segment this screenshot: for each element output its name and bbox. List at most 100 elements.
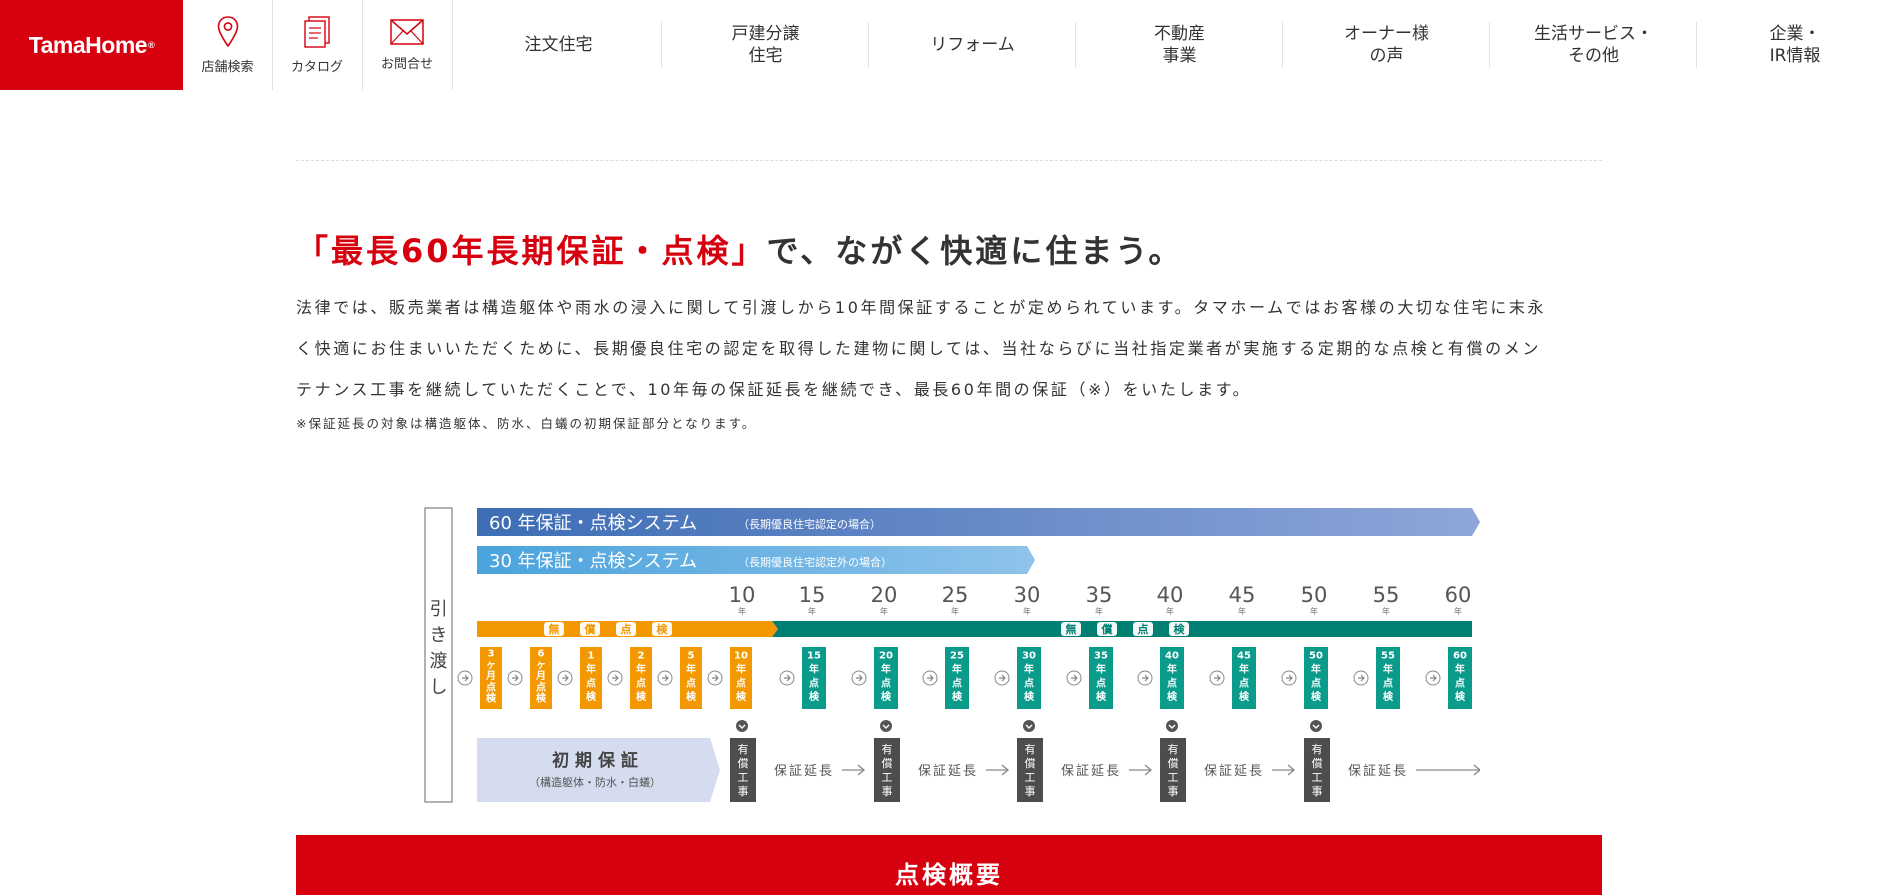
inspection-box-text: 検 (686, 690, 697, 703)
year-unit-label: 年 (1454, 606, 1462, 616)
inspection-box-text: 1 (588, 651, 595, 662)
year-tick-label: 10 (729, 583, 756, 607)
down-arrow-icon (736, 720, 748, 732)
inspection-box-text: 点 (586, 676, 596, 689)
inspection-box-text: 点 (952, 676, 962, 689)
extension-arrow (1272, 764, 1296, 776)
nav-life-services[interactable]: 生活サービス・ その他 (1490, 0, 1697, 90)
footnote: ※保証延長の対象は構造躯体、防水、白蟻の初期保証部分となります。 (296, 416, 757, 431)
inspection-box-text: ヶ (486, 660, 496, 671)
year-unit-label: 年 (1095, 606, 1103, 616)
inspection-box-text: 点 (686, 676, 696, 689)
inspection-box-text: 検 (1455, 690, 1466, 703)
down-arrow-icon (1310, 720, 1322, 732)
year-unit-label: 年 (1166, 606, 1174, 616)
contact-label: お問合せ (380, 56, 433, 72)
inspection-box-text: 検 (1024, 690, 1035, 703)
paid-work-char: 工 (738, 771, 749, 784)
free-inspection-char: 無 (549, 622, 560, 636)
inspection-box-text: 検 (1167, 690, 1178, 703)
inspection-box-text: 検 (1239, 690, 1250, 703)
inspection-overview-heading: 点検概要 (296, 835, 1602, 895)
nav-custom-home[interactable]: 注文住宅 (455, 0, 662, 90)
section-headline: 「最長60年長期保証・点検」で、ながく快適に住まう。 (296, 226, 1183, 272)
inspection-box-text: 検 (636, 690, 647, 703)
free-inspection-char: 償 (584, 622, 597, 636)
inspection-box-text: 5 (688, 651, 695, 662)
map-pin-icon (217, 15, 238, 47)
inspection-box-text: 点 (536, 680, 546, 693)
nav-owner-voices[interactable]: オーナー様 の声 (1283, 0, 1490, 90)
inspection-box-text: 年 (636, 662, 646, 675)
paid-work-char: 事 (1168, 785, 1179, 798)
body-line: テナンス工事を継続していただくことで、10年毎の保証延長を継続でき、最長60年間… (296, 380, 1252, 399)
inspection-box-text: 25 (950, 651, 964, 662)
body-line: 法律では、販売業者は構造躯体や雨水の浸入に関して引渡しから10年間保証することが… (296, 298, 1547, 317)
inspection-box-text: 月 (485, 670, 496, 682)
free-inspection-char: 点 (621, 622, 632, 636)
inspection-box-text: 年 (1167, 662, 1177, 675)
nav-spec-home[interactable]: 戸建分譲 住宅 (662, 0, 869, 90)
handover-char: き (430, 625, 448, 646)
catalog-icon (304, 15, 330, 48)
tamahome-logo[interactable]: TamaHome ® (0, 0, 183, 90)
sixty-year-bar-subtitle: （長期優良住宅認定の場合） (738, 517, 881, 531)
inspection-box-text: 20 (879, 651, 893, 662)
headline-highlight: 「最長60年長期保証・点検」 (296, 232, 767, 270)
paid-work-char: 有 (738, 742, 749, 756)
extension-label: 保証延長 (1348, 764, 1408, 779)
initial-warranty-title: 初 期 保 証 (552, 750, 638, 771)
nav-reform[interactable]: リフォーム (869, 0, 1076, 90)
inspection-box-text: 年 (736, 662, 746, 675)
catalog-button[interactable]: カタログ (272, 0, 363, 90)
paid-work-char: 償 (738, 756, 749, 770)
paid-work-char: 事 (1312, 785, 1323, 798)
year-tick-label: 45 (1229, 583, 1256, 607)
handover-char: し (430, 677, 448, 698)
paid-work-char: 有 (882, 742, 893, 756)
inspection-box-text: 50 (1309, 651, 1323, 662)
inspection-box-text: 年 (1239, 662, 1249, 675)
inspection-box-text: 2 (638, 651, 645, 662)
paid-work-char: 有 (1312, 742, 1323, 756)
extension-arrow (986, 764, 1010, 776)
free-inspection-char: 償 (1101, 622, 1114, 636)
paid-work-char: 償 (1025, 756, 1036, 770)
inspection-box-text: 検 (1096, 690, 1107, 703)
extension-label: 保証延長 (1061, 764, 1121, 779)
year-tick-label: 25 (942, 583, 969, 607)
inspection-box-text: 点 (1096, 676, 1106, 689)
store-search-button[interactable]: 店舗検索 (183, 0, 273, 90)
year-tick-label: 30 (1014, 583, 1041, 607)
paid-work-char: 工 (1312, 771, 1323, 784)
inspection-box-text: 年 (1311, 662, 1321, 675)
inspection-box-text: 点 (1024, 676, 1034, 689)
inspection-box-text: 点 (736, 676, 746, 689)
inspection-box-text: 年 (1455, 662, 1465, 675)
paid-work-char: 工 (882, 771, 893, 784)
year-unit-label: 年 (1238, 606, 1246, 616)
inspection-box-text: 年 (1024, 662, 1034, 675)
paid-work-char: 有 (1168, 742, 1179, 756)
inspection-box-text: 点 (809, 676, 819, 689)
paid-work-char: 償 (882, 756, 893, 770)
initial-warranty-subtitle: （構造躯体・防水・白蟻） (529, 775, 661, 789)
inspection-box-text: 40 (1165, 651, 1179, 662)
inspection-box-text: 点 (1311, 676, 1321, 689)
inspection-ribbon-teal (772, 621, 1472, 637)
nav-real-estate[interactable]: 不動産 事業 (1076, 0, 1283, 90)
headline-rest: で、ながく快適に住まう。 (766, 232, 1184, 270)
extension-arrow (1129, 764, 1153, 776)
nav-corporate-ir[interactable]: 企業・ IR情報 (1697, 0, 1893, 90)
inspection-box-text: 3 (488, 649, 495, 660)
year-tick-label: 55 (1373, 583, 1400, 607)
contact-button[interactable]: お問合せ (362, 0, 453, 90)
extension-label: 保証延長 (774, 764, 834, 779)
year-tick-label: 20 (871, 583, 898, 607)
inspection-box-text: 30 (1022, 651, 1036, 662)
inspection-box-text: 点 (1455, 676, 1465, 689)
store-search-label: 店舗検索 (201, 59, 254, 75)
thirty-year-bar-subtitle: （長期優良住宅認定外の場合） (738, 555, 892, 569)
paid-work-char: 事 (738, 785, 749, 798)
inspection-box-text: 検 (809, 690, 820, 703)
